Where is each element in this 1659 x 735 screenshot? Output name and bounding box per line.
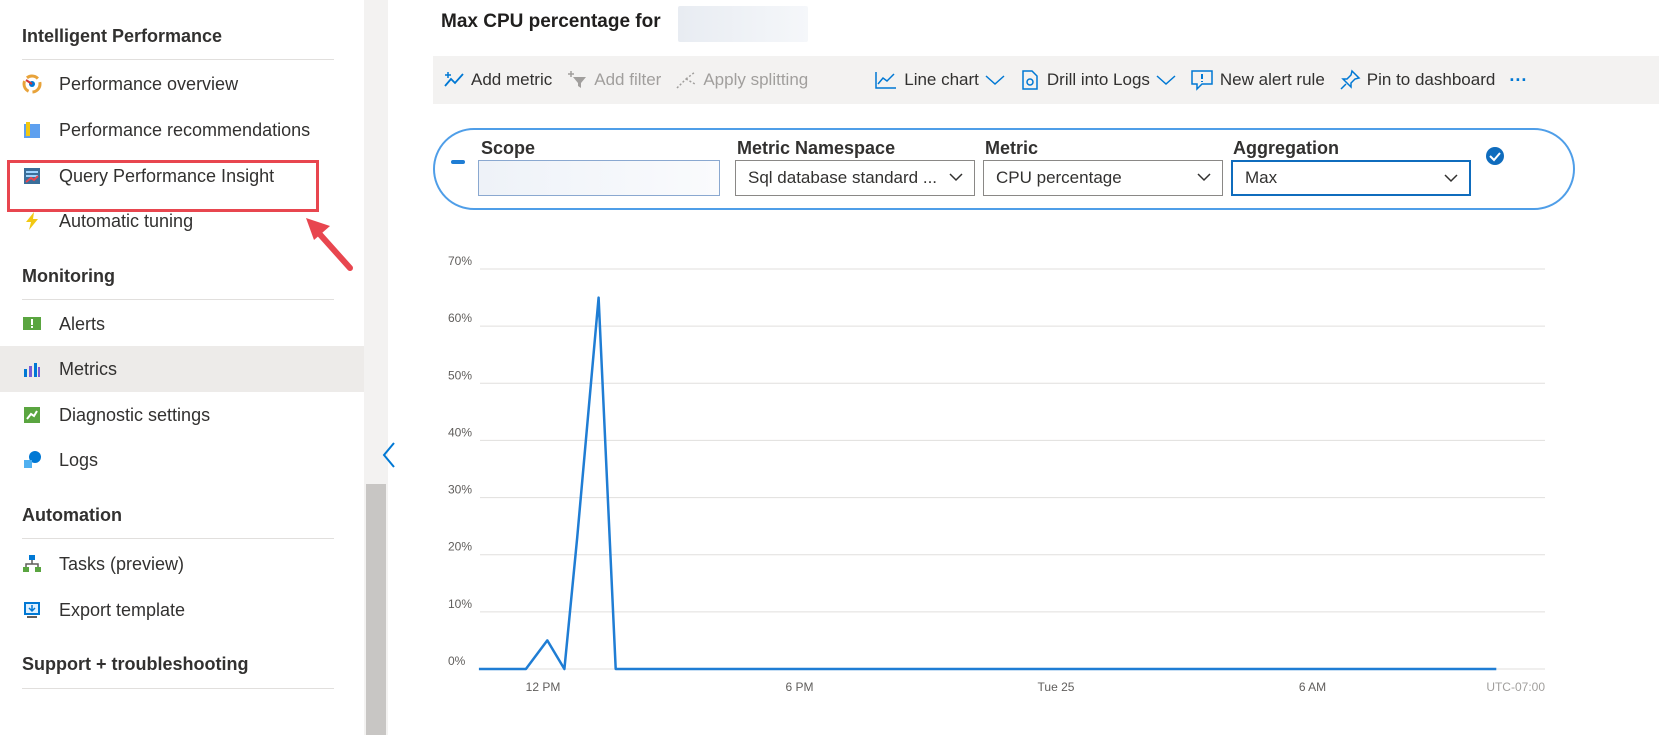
query-performance-insight-icon [21,165,43,187]
more-options-button[interactable]: ··· [1509,70,1527,91]
divider [22,538,334,539]
chevron-down-icon [1197,173,1211,182]
section-header-intelligent-performance: Intelligent Performance [22,26,223,46]
y-tick-label: 70% [448,254,472,268]
sidebar-item-performance-overview[interactable]: Performance overview [0,61,364,107]
alerts-icon [21,313,43,335]
sidebar-item-query-performance-insight[interactable]: Query Performance Insight [0,153,364,199]
sidebar-item-label: Performance overview [59,73,239,94]
x-tick-label: 6 AM [1299,680,1326,694]
section-header-support: Support + troubleshooting [22,654,249,674]
chart-title: Max CPU percentage for [441,11,661,32]
x-tick-label: 6 PM [785,680,813,694]
sidebar-item-tasks[interactable]: Tasks (preview) [0,541,364,587]
sidebar-scrollbar-thumb[interactable] [366,484,386,735]
metrics-icon [21,358,43,380]
sidebar-item-export-template[interactable]: Export template [0,587,364,633]
filter-icon [568,71,587,88]
divider [22,59,334,60]
sidebar-item-diagnostic-settings[interactable]: Diagnostic settings [0,392,364,438]
x-tick-label: Tue 25 [1038,680,1075,694]
y-tick-label: 30% [448,483,472,497]
sidebar-item-label: Export template [59,599,186,620]
metric-query-row: Scope Metric Namespace Sql database stan… [433,128,1575,210]
scope-label: Scope [481,138,536,158]
timezone-label: UTC-07:00 [1486,680,1545,694]
new-alert-rule-button[interactable]: New alert rule [1190,69,1325,91]
section-header-monitoring: Monitoring [22,266,115,286]
apply-splitting-button[interactable]: Apply splitting [675,70,808,90]
lightning-icon [21,210,43,232]
confirm-check-icon[interactable] [1485,146,1505,166]
metric-select[interactable]: CPU percentage [983,160,1223,196]
sidebar-item-metrics[interactable]: Metrics [0,346,364,392]
series-color-indicator-icon [451,160,465,164]
line-chart: 70% 60% 50% 40% 30% 20% 10% 0% 12 PM 6 PM Tue 25 6 … [448,254,1545,694]
resource-name-redacted [678,6,808,42]
add-metric-button[interactable]: Add metric [443,70,552,90]
x-tick-label: 12 PM [526,680,561,694]
performance-recommendations-icon [21,119,43,141]
line-chart-button[interactable]: Line chart [874,70,1005,90]
line-chart-icon [875,72,897,89]
export-template-icon [21,599,43,621]
y-tick-label: 0% [448,654,466,668]
add-metric-icon [444,72,464,87]
callout-arrow-icon [306,218,353,271]
series-line[interactable] [478,296,1497,671]
y-tick-label: 40% [448,425,472,439]
alert-icon [1191,70,1213,91]
chevron-down-icon [985,75,1005,86]
sidebar-item-label: Diagnostic settings [59,404,211,425]
splitting-icon [676,71,696,89]
scope-input[interactable] [478,160,720,196]
sidebar-item-label: Performance recommendations [59,119,311,140]
add-filter-button[interactable]: Add filter [566,70,661,90]
y-tick-label: 10% [448,597,472,611]
section-header-automation: Automation [22,505,122,525]
aggregation-select[interactable]: Max [1231,160,1471,196]
aggregation-label: Aggregation [1233,138,1339,158]
metric-label: Metric [985,138,1039,158]
namespace-select[interactable]: Sql database standard ... [735,160,975,196]
divider [22,688,334,689]
namespace-label: Metric Namespace [737,138,896,158]
metrics-toolbar: Add metric Add filter Apply splitting Li… [433,56,1659,104]
chevron-down-icon [1444,174,1458,183]
sidebar-item-performance-recommendations[interactable]: Performance recommendations [0,107,364,153]
sidebar-item-label: Logs [59,449,99,470]
sidebar-item-label: Query Performance Insight [59,165,275,186]
divider [22,299,334,300]
sidebar-item-label: Alerts [59,313,106,334]
y-tick-label: 50% [448,368,472,382]
pin-icon [1340,69,1361,90]
diagnostic-settings-icon [21,404,43,426]
sidebar-item-logs[interactable]: Logs [0,437,364,483]
drill-into-logs-button[interactable]: Drill into Logs [1019,69,1176,91]
performance-overview-icon [21,73,43,95]
sidebar-item-label: Tasks (preview) [59,553,185,574]
logs-document-icon [1022,70,1038,90]
y-tick-label: 60% [448,311,472,325]
sidebar: Intelligent Performance Performance over… [0,0,364,735]
sidebar-item-alerts[interactable]: Alerts [0,301,364,347]
main-content: Max CPU percentage for Add metric Add fi… [382,0,1659,735]
sidebar-item-label: Automatic tuning [59,210,194,231]
chevron-down-icon [949,173,963,182]
sidebar-item-label: Metrics [59,358,117,379]
tasks-icon [21,553,43,575]
chevron-down-icon [1156,75,1176,86]
logs-icon [21,449,43,471]
pin-to-dashboard-button[interactable]: Pin to dashboard [1339,69,1495,91]
y-tick-label: 20% [448,540,472,554]
